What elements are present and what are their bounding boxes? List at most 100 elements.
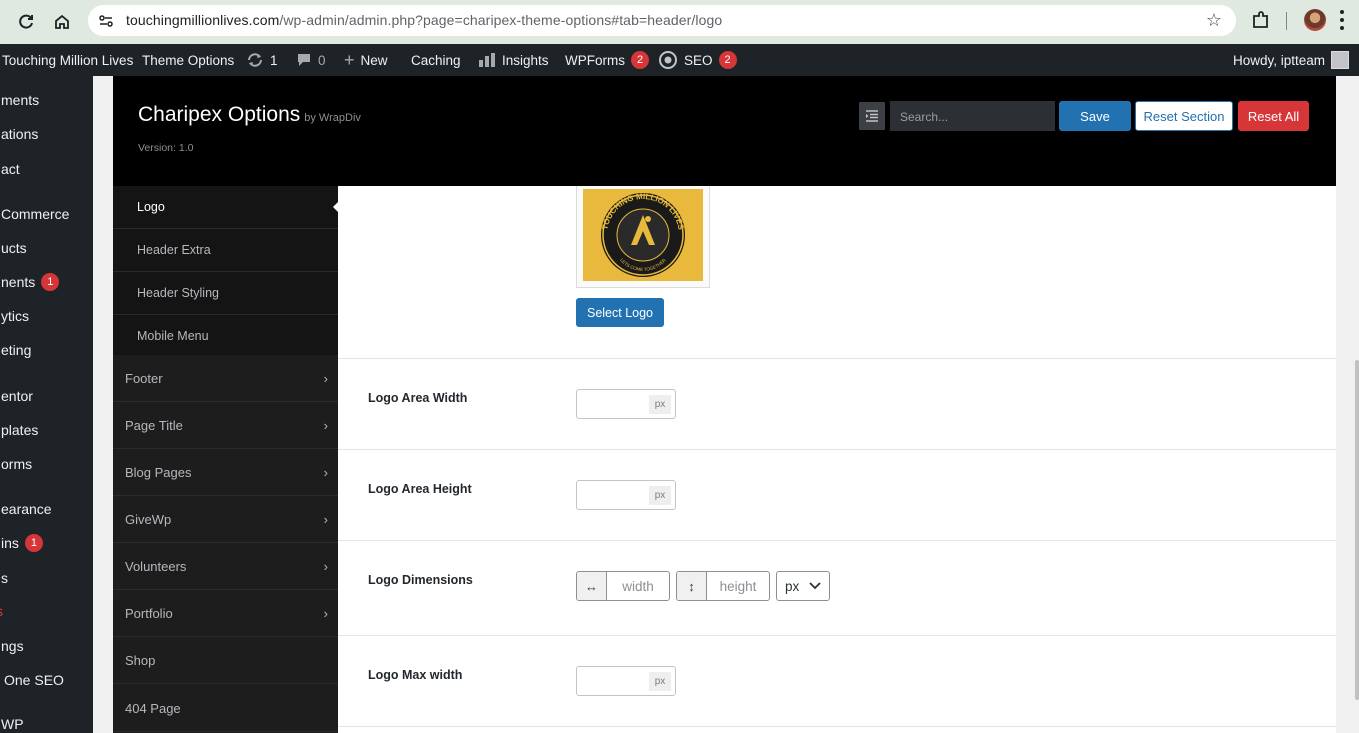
comments-count: 0 [318, 52, 326, 68]
unit-label: px [649, 672, 671, 691]
chevron-right-icon: › [323, 559, 328, 574]
theme-options-panel: Charipex Options by WrapDiv Version: 1.0 … [113, 76, 1336, 733]
subnav-header-styling[interactable]: Header Styling [113, 272, 338, 315]
options-header: Charipex Options by WrapDiv Version: 1.0 … [113, 76, 1336, 186]
home-icon[interactable] [48, 8, 76, 36]
extensions-icon[interactable] [1250, 9, 1272, 31]
wp-menu-item[interactable]: ments [1, 92, 39, 108]
wp-menu-item[interactable]: One SEO [4, 672, 64, 688]
bookmark-star-icon[interactable]: ☆ [1206, 10, 1222, 31]
wpforms-label: WPForms [565, 52, 625, 68]
subnav-mobile-menu[interactable]: Mobile Menu [113, 315, 338, 358]
profile-avatar[interactable] [1304, 9, 1326, 31]
seo-badge: 2 [718, 51, 737, 69]
nav-section-portfolio[interactable]: Portfolio › [113, 590, 338, 637]
wp-menu-item[interactable]: ngs [1, 638, 24, 654]
site-settings-icon[interactable] [96, 11, 116, 31]
nav-section-blog-pages[interactable]: Blog Pages › [113, 449, 338, 496]
logo-area-height-input[interactable]: px [576, 480, 676, 510]
nav-section-shop[interactable]: Shop [113, 637, 338, 684]
subnav-label: Logo [137, 200, 165, 214]
seo-gear-icon [659, 51, 677, 69]
wp-menu-badge: 1 [24, 534, 43, 552]
wp-menu-item[interactable]: plates [1, 422, 38, 438]
nav-section-volunteers[interactable]: Volunteers › [113, 543, 338, 590]
field-row-logo-dimensions: Logo Dimensions ↔ width ↕ height px [338, 540, 1336, 635]
admin-bar-theme-options[interactable]: Theme Options [142, 44, 234, 76]
wp-menu-item[interactable]: s [0, 603, 3, 619]
user-avatar [1331, 51, 1350, 69]
width-input[interactable]: width [607, 572, 669, 600]
unit-label: px [649, 395, 671, 414]
field-row-divider [338, 726, 1336, 733]
wp-menu-item[interactable]: s [1, 570, 8, 586]
nav-section-label: Page Title [125, 417, 183, 433]
updates-count: 1 [270, 52, 278, 68]
chevron-right-icon: › [323, 512, 328, 527]
address-bar[interactable]: touchingmillionlives.com/wp-admin/admin.… [88, 5, 1236, 36]
wp-menu-item[interactable]: act [1, 161, 20, 177]
logo-max-width-input[interactable]: px [576, 666, 676, 696]
wp-menu-item[interactable]: ytics [1, 308, 29, 324]
wp-menu-item-with-badge[interactable]: ins 1 [1, 534, 43, 552]
nav-section-label: 404 Page [125, 700, 181, 716]
wp-menu-item[interactable]: Commerce [1, 206, 69, 222]
admin-bar-comments[interactable]: 0 [296, 44, 326, 76]
nav-section-label: Shop [125, 652, 156, 668]
height-input[interactable]: height [707, 572, 769, 600]
subnav-header-extra[interactable]: Header Extra [113, 229, 338, 272]
reset-all-button[interactable]: Reset All [1238, 101, 1309, 131]
logo-dimensions-group: ↔ width ↕ height px [576, 571, 830, 601]
expand-options-icon[interactable] [859, 102, 885, 130]
reset-section-button[interactable]: Reset Section [1135, 101, 1233, 131]
wp-menu-item[interactable]: earance [1, 501, 52, 517]
logo-width-field[interactable]: ↔ width [576, 571, 670, 601]
save-button[interactable]: Save [1059, 101, 1131, 131]
options-version: Version: 1.0 [138, 142, 194, 154]
field-label: Logo Area Width [368, 391, 468, 405]
admin-bar-updates[interactable]: 1 [246, 44, 278, 76]
wp-menu-item[interactable]: eting [1, 342, 31, 358]
menu-kebab-icon[interactable] [1340, 10, 1344, 30]
toolbar-divider [1286, 12, 1287, 30]
select-logo-button[interactable]: Select Logo [576, 298, 664, 327]
admin-bar-account[interactable]: Howdy, iptteam [1233, 44, 1350, 76]
options-title: Charipex Options by WrapDiv [138, 103, 361, 127]
admin-bar-seo[interactable]: SEO 2 [658, 44, 737, 76]
options-search-input[interactable]: Search... [890, 101, 1055, 131]
admin-bar-insights[interactable]: Insights [478, 44, 549, 76]
wp-menu-item[interactable]: entor [1, 388, 33, 404]
wp-menu-item[interactable]: ations [1, 126, 38, 142]
unit-select[interactable]: px [776, 571, 830, 601]
field-label: Logo Max width [368, 668, 463, 682]
reload-icon[interactable] [12, 8, 40, 36]
field-label: Logo Dimensions [368, 573, 473, 587]
wp-menu-item[interactable]: ucts [1, 240, 27, 256]
nav-section-404-page[interactable]: 404 Page [113, 685, 338, 732]
admin-bar-site-name[interactable]: Touching Million Lives [2, 44, 133, 76]
admin-bar-caching[interactable]: Caching [411, 44, 461, 76]
options-author: by WrapDiv [304, 112, 361, 124]
seo-label: SEO [684, 52, 713, 68]
logo-area-width-input[interactable]: px [576, 389, 676, 419]
nav-section-label: Portfolio [125, 605, 173, 621]
subnav-logo[interactable]: Logo [113, 186, 339, 229]
nav-section-footer[interactable]: Footer › [113, 355, 338, 402]
nav-section-label: Footer [125, 370, 163, 386]
field-row-logo-max-width: Logo Max width px [338, 635, 1336, 727]
wp-menu-item[interactable]: orms [1, 456, 32, 472]
wp-admin-bar: Touching Million Lives Theme Options 1 0… [0, 44, 1359, 76]
logo-height-field[interactable]: ↕ height [676, 571, 770, 601]
chevron-right-icon: › [323, 465, 328, 480]
nav-section-givewp[interactable]: GiveWp › [113, 496, 338, 543]
url-host: touchingmillionlives.com [126, 12, 280, 28]
admin-bar-wpforms[interactable]: WPForms 2 [565, 44, 649, 76]
wp-menu-item-with-badge[interactable]: nents 1 [1, 273, 60, 291]
options-content: TOUCHING MILLION LIVES LETS COME TOGETHE… [338, 186, 1336, 733]
unit-label: px [649, 486, 671, 505]
updates-icon [248, 53, 262, 67]
wp-menu-item[interactable]: WP [1, 716, 24, 732]
admin-bar-new[interactable]: + New [344, 44, 388, 76]
nav-section-page-title[interactable]: Page Title › [113, 402, 338, 449]
page-scrollbar[interactable] [1355, 360, 1359, 700]
